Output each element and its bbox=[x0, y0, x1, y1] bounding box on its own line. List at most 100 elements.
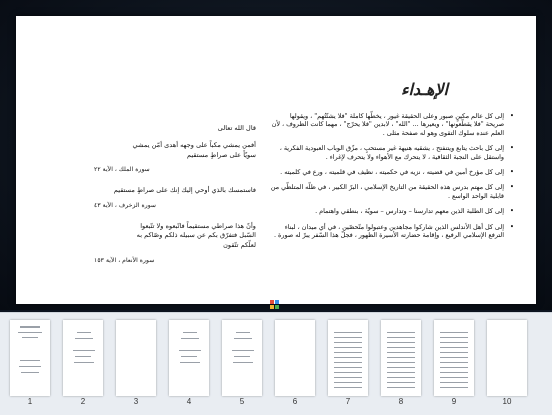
page-number-label: 5 bbox=[239, 397, 245, 406]
thumbnail-text-line bbox=[20, 326, 40, 328]
thumbnail-text-line bbox=[19, 366, 41, 367]
dedication-paragraph: • إلى كل الطلبة الذين معهم تدارسنا – وتدا… bbox=[315, 207, 514, 216]
dedication-text: إلى كل مهتم بدرس هذه الحقيقة من التاريخ … bbox=[270, 183, 504, 200]
thumbnail-text-line bbox=[387, 347, 415, 348]
thumbnail-text-line bbox=[179, 350, 201, 351]
thumbnail-text-line bbox=[440, 362, 468, 363]
thumbnail-text-line bbox=[387, 367, 415, 368]
dedication-paragraph: • إلى كل مؤرخ أمين في قضيته ، نزيه في حكم… bbox=[280, 168, 514, 177]
thumbnail-text-line bbox=[387, 372, 415, 373]
page-thumbnail[interactable] bbox=[116, 320, 156, 396]
page-thumbnail[interactable] bbox=[10, 320, 50, 396]
thumbnail-text-line bbox=[387, 357, 415, 358]
page-number-label: 3 bbox=[133, 397, 139, 406]
dedication-text: إلى كل باحث يتابع ويتنفتح ، يشقيه هنيهة … bbox=[279, 144, 504, 161]
thumbnail-text-line bbox=[440, 372, 468, 373]
thumbnail-text-line bbox=[440, 377, 468, 378]
thumbnail-text-line bbox=[387, 387, 415, 388]
dedications-column: • إلى كل عالم مكينٍ صبور وعلى الحقيقة غيو… bbox=[270, 112, 514, 246]
page-number-label: 8 bbox=[398, 397, 404, 406]
thumbnail-text-line bbox=[387, 377, 415, 378]
dedication-paragraph: • إلى كل مهتم بدرس هذه الحقيقة من التاريخ… bbox=[270, 183, 514, 200]
thumbnail-text-line bbox=[334, 377, 362, 378]
page-thumbnail[interactable] bbox=[222, 320, 262, 396]
thumbnail-text-line bbox=[387, 337, 415, 338]
dedication-paragraph: • إلى كل عالم مكينٍ صبور وعلى الحقيقة غيو… bbox=[271, 112, 514, 137]
quote-intro: قال الله تعالى bbox=[217, 124, 256, 132]
thumbnail-text-line bbox=[387, 332, 415, 333]
thumbnail-strip[interactable]: 1 2 3 4 5 6 7 8 9 10 bbox=[0, 312, 552, 415]
thumbnail-text-line bbox=[183, 332, 197, 333]
verse-citation: سورة الملك ، الآية ٢٢ bbox=[94, 166, 150, 174]
page-thumbnail[interactable] bbox=[381, 320, 421, 396]
thumbnail-text-line bbox=[74, 362, 94, 363]
thumbnail-text-line bbox=[387, 362, 415, 363]
thumbnail-text-line bbox=[387, 352, 415, 353]
document-page: الإهـداء • إلى كل عالم مكينٍ صبور وعلى ال… bbox=[16, 16, 536, 304]
thumbnail-text-line bbox=[387, 342, 415, 343]
thumbnail-text-line bbox=[440, 347, 468, 348]
thumbnail-text-line bbox=[334, 382, 362, 383]
thumbnail-text-line bbox=[440, 357, 468, 358]
thumbnail-text-line bbox=[334, 372, 362, 373]
thumbnail-text-line bbox=[75, 338, 93, 339]
page-number-label: 4 bbox=[186, 397, 192, 406]
document-viewer[interactable]: الإهـداء • إلى كل عالم مكينٍ صبور وعلى ال… bbox=[0, 0, 552, 310]
thumbnail-text-line bbox=[21, 372, 39, 373]
thumbnail-text-line bbox=[334, 367, 362, 368]
verse-citation: سورة الزخرف ، الآية ٤٣ bbox=[94, 201, 157, 209]
thumbnail-text-line bbox=[387, 382, 415, 383]
thumbnail-text-line bbox=[440, 382, 468, 383]
page-number-label: 1 bbox=[27, 397, 33, 406]
thumbnail-text-line bbox=[334, 332, 362, 333]
page-thumbnail[interactable] bbox=[169, 320, 209, 396]
thumbnail-text-line bbox=[440, 342, 468, 343]
thumbnail-text-line bbox=[75, 356, 91, 357]
page-number-label: 9 bbox=[451, 397, 457, 406]
dedication-text: إلى كل عالم مكينٍ صبور وعلى الحقيقة غيور… bbox=[271, 112, 504, 137]
page-number-label: 6 bbox=[292, 397, 298, 406]
verse-citation: سورة الأنعام ، الآية ١٥٣ bbox=[94, 256, 155, 264]
thumbnail-text-line bbox=[73, 350, 95, 351]
page-thumbnail[interactable] bbox=[275, 320, 315, 396]
grid-icon[interactable] bbox=[270, 300, 280, 310]
thumbnail-text-line bbox=[180, 362, 200, 363]
thumbnail-text-line bbox=[77, 332, 91, 333]
thumbnail-text-line bbox=[440, 352, 468, 353]
page-number-label: 10 bbox=[502, 397, 512, 406]
thumbnail-text-line bbox=[20, 360, 40, 361]
dedication-paragraph: • إلى كل أهل الأندلس الذين شاركوا مجاهدين… bbox=[273, 222, 514, 240]
thumbnail-text-line bbox=[440, 367, 468, 368]
thumbnail-text-line bbox=[181, 356, 197, 357]
page-thumbnail[interactable] bbox=[328, 320, 368, 396]
verse-text: فاستمسك بالذي أوحي إليك إنك على صراطٍ مس… bbox=[113, 186, 256, 195]
thumbnail-text-line bbox=[334, 387, 362, 388]
thumbnail-text-line bbox=[334, 347, 362, 348]
page-thumbnail[interactable] bbox=[63, 320, 103, 396]
thumbnail-text-line bbox=[334, 337, 362, 338]
dedication-text: إلى كل مؤرخ أمين في قضيته ، نزيه في حكمي… bbox=[280, 168, 504, 177]
thumbnail-text-line bbox=[181, 338, 199, 339]
thumbnail-text-line bbox=[440, 332, 468, 333]
dedication-text: إلى كل أهل الأندلس الذين شاركوا مجاهدين … bbox=[273, 222, 504, 240]
thumbnail-text-line bbox=[334, 352, 362, 353]
verse-text: أفمن يمشي مكباً على وجهه أهدى أمّن يمشي … bbox=[132, 141, 256, 159]
thumbnail-text-line bbox=[334, 357, 362, 358]
dedication-text: إلى كل الطلبة الذين معهم تدارسنا – وتدار… bbox=[315, 207, 504, 216]
page-thumbnail[interactable] bbox=[487, 320, 527, 396]
thumbnail-text-line bbox=[232, 350, 254, 351]
thumbnail-text-line bbox=[234, 338, 252, 339]
thumbnail-text-line bbox=[18, 332, 42, 333]
thumbnail-text-line bbox=[440, 337, 468, 338]
page-heading: الإهـداء bbox=[400, 80, 448, 99]
thumbnail-text-line bbox=[236, 332, 250, 333]
thumbnail-text-line bbox=[440, 387, 468, 388]
thumbnail-text-line bbox=[334, 362, 362, 363]
thumbnail-text-line bbox=[233, 362, 253, 363]
page-number-label: 7 bbox=[345, 397, 351, 406]
thumbnail-text-line bbox=[234, 356, 250, 357]
quran-quotes-column: قال الله تعالى أفمن يمشي مكباً على وجهه … bbox=[78, 124, 256, 277]
thumbnail-text-line bbox=[334, 342, 362, 343]
verse-text: وأنّ هذا صراطي مستقيماً فاتّبعوه ولا تتّ… bbox=[136, 221, 256, 249]
page-thumbnail[interactable] bbox=[434, 320, 474, 396]
